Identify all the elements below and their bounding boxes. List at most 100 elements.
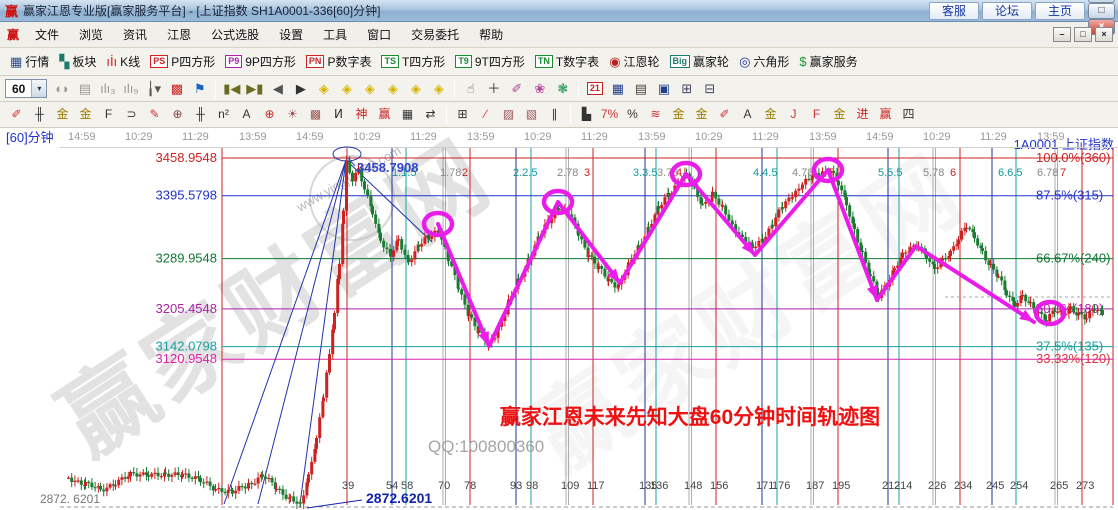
tool-fan-icon[interactable]: ∕	[475, 105, 496, 125]
tool-f-angle-icon[interactable]: F	[806, 105, 827, 125]
tool-span-icon[interactable]: ⇄	[420, 105, 441, 125]
mdi-minimize-button[interactable]: –	[1053, 27, 1071, 42]
tool-gann-box-icon[interactable]: ⊞	[452, 105, 473, 125]
pan-hand-icon[interactable]: ☝	[460, 79, 481, 99]
tool-n2-icon[interactable]: n²	[213, 105, 234, 125]
tool-gold-line-icon[interactable]: 金	[691, 105, 712, 125]
gann-wheel-button[interactable]: ◉江恩轮	[609, 53, 659, 70]
tool-gold-grid2-icon[interactable]: 金	[75, 105, 96, 125]
tool-shen-icon[interactable]: 神	[351, 105, 372, 125]
mdi-restore-button[interactable]: □	[1074, 27, 1092, 42]
save-icon[interactable]: ▣	[653, 79, 674, 99]
minute9-icon[interactable]: ılı₉	[120, 79, 141, 99]
printer-icon[interactable]: ⊟	[699, 79, 720, 99]
menu-item-5[interactable]: 设置	[269, 23, 313, 46]
nav-next-icon[interactable]: ▶	[290, 79, 311, 99]
flower-icon[interactable]: ❀	[529, 79, 550, 99]
t-square-button[interactable]: TST四方形	[381, 53, 445, 70]
tool-ying-ray-icon[interactable]: 赢	[875, 105, 896, 125]
calendar-icon[interactable]: 21	[584, 79, 605, 99]
crosshair-icon[interactable]: ＋	[483, 79, 504, 99]
tool-jin-ray-icon[interactable]: 进	[852, 105, 873, 125]
titlebar-button-home[interactable]: 主页	[1035, 2, 1085, 20]
tool-pct-wave-icon[interactable]: ≋	[645, 105, 666, 125]
tool-gold-ray-icon[interactable]: 金	[829, 105, 850, 125]
price-chart-svg[interactable]: 赢家财富网赢家财富网www.yingjia360.com[60]分钟14:591…	[0, 128, 1118, 510]
diamond-hsplit-icon[interactable]: ◈	[359, 79, 380, 99]
tool-box-grid-icon[interactable]: ▧	[521, 105, 542, 125]
tool-ying-icon[interactable]: 赢	[374, 105, 395, 125]
tool-count-grid-icon[interactable]: ▦	[397, 105, 418, 125]
notebook-icon[interactable]: ▤	[630, 79, 651, 99]
menu-item-3[interactable]: 江恩	[157, 23, 201, 46]
diamond-left-icon[interactable]: ◈	[313, 79, 334, 99]
menu-item-4[interactable]: 公式选股	[201, 23, 269, 46]
quote-grid-button[interactable]: ▦行情	[10, 53, 49, 70]
winner-service-button[interactable]: $赢家服务	[799, 53, 857, 70]
diamond-vsplit-icon[interactable]: ◈	[405, 79, 426, 99]
tool-parallel-icon[interactable]: ∥	[544, 105, 565, 125]
tool-pct7-icon[interactable]: 7%	[599, 105, 620, 125]
ninep-square-button[interactable]: P99P四方形	[225, 53, 296, 70]
menu-item-1[interactable]: 浏览	[69, 23, 113, 46]
titlebar-button-forum[interactable]: 论坛	[982, 2, 1032, 20]
tool-gold-grid1-icon[interactable]: 金	[52, 105, 73, 125]
tool-a-line-icon[interactable]: A	[236, 105, 257, 125]
sector-blocks-button[interactable]: ▚板块	[59, 53, 96, 70]
tool-angle-pen-icon[interactable]: ✐	[714, 105, 735, 125]
menu-item-8[interactable]: 交易委托	[401, 23, 469, 46]
nav-last-icon[interactable]: ▶▮	[244, 79, 265, 99]
draw-flag-icon[interactable]: ⚑	[189, 79, 210, 99]
tool-web-icon[interactable]: ▩	[305, 105, 326, 125]
menu-item-9[interactable]: 帮助	[469, 23, 513, 46]
chart-area[interactable]: 赢家财富网赢家财富网www.yingjia360.com[60]分钟14:591…	[0, 128, 1118, 510]
minute3-icon[interactable]: ılı₃	[97, 79, 118, 99]
hexagon-button[interactable]: ◎六角形	[739, 53, 789, 70]
period-caret-icon[interactable]: ▾	[31, 80, 46, 97]
tool-pen2-icon[interactable]: ✎	[144, 105, 165, 125]
restore-button[interactable]: □	[1088, 3, 1115, 19]
tool-mark-icon[interactable]: Ͷ	[328, 105, 349, 125]
tool-si-ray-icon[interactable]: 四	[898, 105, 919, 125]
tool-f-grid-icon[interactable]: F	[98, 105, 119, 125]
menu-item-2[interactable]: 资讯	[113, 23, 157, 46]
tool-j-angle-icon[interactable]: J	[783, 105, 804, 125]
kline-button[interactable]: ıİıK线	[106, 53, 140, 70]
tool-grid-line-icon[interactable]: ╫	[29, 105, 50, 125]
period-combobox[interactable]: 60 ▾	[5, 79, 47, 98]
tool-compass-icon[interactable]: ⊕	[167, 105, 188, 125]
ninet-square-button[interactable]: T99T四方形	[455, 53, 525, 70]
winner-wheel-button[interactable]: Big赢家轮	[670, 53, 730, 70]
tool-ruler-icon[interactable]: ╫	[190, 105, 211, 125]
diamond-expand-icon[interactable]: ◈	[428, 79, 449, 99]
t-table-button[interactable]: TNT数字表	[535, 53, 599, 70]
tool-hist-icon[interactable]: ▙	[576, 105, 597, 125]
tool-brush-icon[interactable]: ✐	[6, 105, 27, 125]
p-table-button[interactable]: PNP数字表	[306, 53, 372, 70]
cascade-icon[interactable]: ⊞	[676, 79, 697, 99]
gann-grid-icon[interactable]: ▩	[166, 79, 187, 99]
mdi-close-button[interactable]: ×	[1095, 27, 1113, 42]
tool-pct-icon[interactable]: %	[622, 105, 643, 125]
puzzle-icon[interactable]: ❃	[552, 79, 573, 99]
draw-pen-icon[interactable]: ✐	[506, 79, 527, 99]
p-square-button[interactable]: PSP四方形	[150, 53, 215, 70]
candle-period-icon[interactable]: ╽▾	[143, 79, 164, 99]
diamond-shrink-icon[interactable]: ◈	[382, 79, 403, 99]
menu-item-6[interactable]: 工具	[313, 23, 357, 46]
tool-wave-a-icon[interactable]: A	[737, 105, 758, 125]
tool-gold-angle-icon[interactable]: 金	[760, 105, 781, 125]
mode-wave-icon[interactable]: ◖◗	[51, 79, 72, 99]
tool-gold-circle-icon[interactable]: 金	[668, 105, 689, 125]
menu-item-7[interactable]: 窗口	[357, 23, 401, 46]
menu-item-0[interactable]: 文件	[25, 23, 69, 46]
info-note-icon[interactable]: ▤	[74, 79, 95, 99]
titlebar-button-service[interactable]: 客服	[929, 2, 979, 20]
nav-first-icon[interactable]: ▮◀	[221, 79, 242, 99]
nav-prev-icon[interactable]: ◀	[267, 79, 288, 99]
diamond-right-icon[interactable]: ◈	[336, 79, 357, 99]
tool-box-fan-icon[interactable]: ▨	[498, 105, 519, 125]
tool-spiral-icon[interactable]: ⊃	[121, 105, 142, 125]
tool-target-icon[interactable]: ⊕	[259, 105, 280, 125]
calculator-icon[interactable]: ▦	[607, 79, 628, 99]
